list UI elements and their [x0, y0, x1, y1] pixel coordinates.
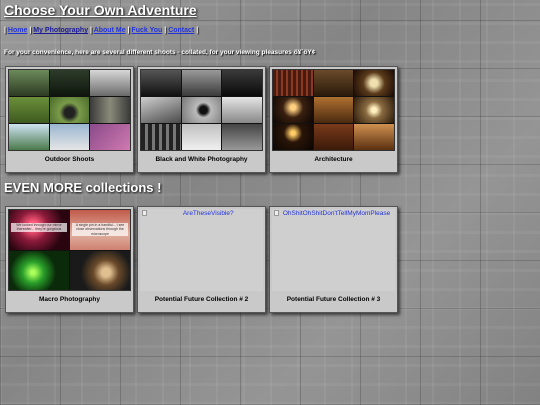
photo-thumb — [354, 97, 394, 123]
thumb-caption: We looked through our mirror thereafter.… — [11, 222, 67, 232]
photo-thumb — [313, 124, 354, 150]
nav-link-home[interactable]: Home — [8, 27, 27, 34]
photo-thumb — [9, 97, 49, 123]
photo-thumb: We looked through our mirror thereafter.… — [9, 210, 69, 250]
photo-thumb — [181, 124, 222, 150]
nav-link-contact[interactable]: Contact — [168, 27, 194, 34]
collection-caption[interactable]: Outdoor Shoots — [8, 151, 131, 169]
photo-thumb — [90, 97, 130, 123]
photo-thumb — [90, 124, 130, 150]
photo-thumb — [222, 124, 262, 150]
nav-separator: | — [196, 27, 199, 34]
collection-card-outdoor[interactable]: Outdoor Shoots — [5, 66, 134, 173]
intro-text: For your convenience, here are several d… — [4, 49, 316, 56]
photo-thumb — [273, 70, 313, 96]
image-alt-text: AreTheseVisible? — [182, 210, 234, 217]
photo-thumb — [9, 124, 49, 150]
broken-image-placeholder[interactable]: AreTheseVisible? — [140, 209, 263, 291]
nav-bar: | Home | My Photography | About Me | Fuc… — [4, 27, 198, 34]
collection-card-future-3[interactable]: OhShitOhShitDon'tTellMyMomPlease Potenti… — [269, 206, 398, 313]
photo-thumb — [141, 97, 181, 123]
image-alt-text: OhShitOhShitDon'tTellMyMomPlease — [282, 210, 391, 217]
nav-separator: | — [29, 27, 32, 34]
photo-thumb — [313, 70, 354, 96]
collection-card-future-2[interactable]: AreTheseVisible? Potential Future Collec… — [137, 206, 266, 313]
photo-thumb — [273, 124, 313, 150]
photo-thumb — [222, 70, 262, 96]
photo-thumb — [90, 70, 130, 96]
photo-thumb — [354, 124, 394, 150]
nav-link-my-photography[interactable]: My Photography — [33, 27, 88, 34]
photo-thumb — [354, 70, 394, 96]
nav-link-about-me[interactable]: About Me — [94, 27, 126, 34]
collection-caption[interactable]: Macro Photography — [8, 291, 131, 309]
collage-thumbnail[interactable] — [8, 69, 131, 151]
photo-thumb — [9, 70, 49, 96]
photo-thumb — [181, 97, 222, 123]
photo-thumb — [222, 97, 262, 123]
nav-separator: | — [127, 27, 130, 34]
collection-caption[interactable]: Black and White Photography — [140, 151, 263, 169]
collection-card-architecture[interactable]: Architecture — [269, 66, 398, 173]
broken-image-icon — [142, 210, 147, 216]
more-collections-heading: EVEN MORE collections ! — [4, 180, 162, 195]
photo-thumb — [141, 124, 181, 150]
photo-thumb — [141, 70, 181, 96]
collage-thumbnail[interactable] — [272, 69, 395, 151]
photo-thumb — [9, 250, 69, 290]
nav-separator: | — [90, 27, 93, 34]
collage-thumbnail[interactable] — [140, 69, 263, 151]
broken-image-icon — [274, 210, 279, 216]
collection-card-black-and-white[interactable]: Black and White Photography — [137, 66, 266, 173]
nav-link-fuck-you[interactable]: Fuck You — [131, 27, 162, 34]
broken-image-placeholder[interactable]: OhShitOhShitDon'tTellMyMomPlease — [272, 209, 395, 291]
photo-thumb — [49, 97, 90, 123]
collection-caption[interactable]: Potential Future Collection # 2 — [140, 291, 263, 309]
collection-caption[interactable]: Potential Future Collection # 3 — [272, 291, 395, 309]
thumb-caption: A single pin in a handful... I see close… — [72, 222, 128, 237]
photo-thumb — [49, 124, 90, 150]
collection-caption[interactable]: Architecture — [272, 151, 395, 169]
photo-thumb — [313, 97, 354, 123]
collection-card-macro[interactable]: We looked through our mirror thereafter.… — [5, 206, 134, 313]
page-title: Choose Your Own Adventure — [4, 2, 197, 18]
photo-thumb — [181, 70, 222, 96]
collage-thumbnail[interactable]: We looked through our mirror thereafter.… — [8, 209, 131, 291]
nav-separator: | — [4, 27, 6, 34]
photo-thumb — [70, 250, 130, 290]
nav-separator: | — [164, 27, 167, 34]
photo-thumb — [273, 97, 313, 123]
photo-thumb: A single pin in a handful... I see close… — [70, 210, 130, 250]
photo-thumb — [49, 70, 90, 96]
